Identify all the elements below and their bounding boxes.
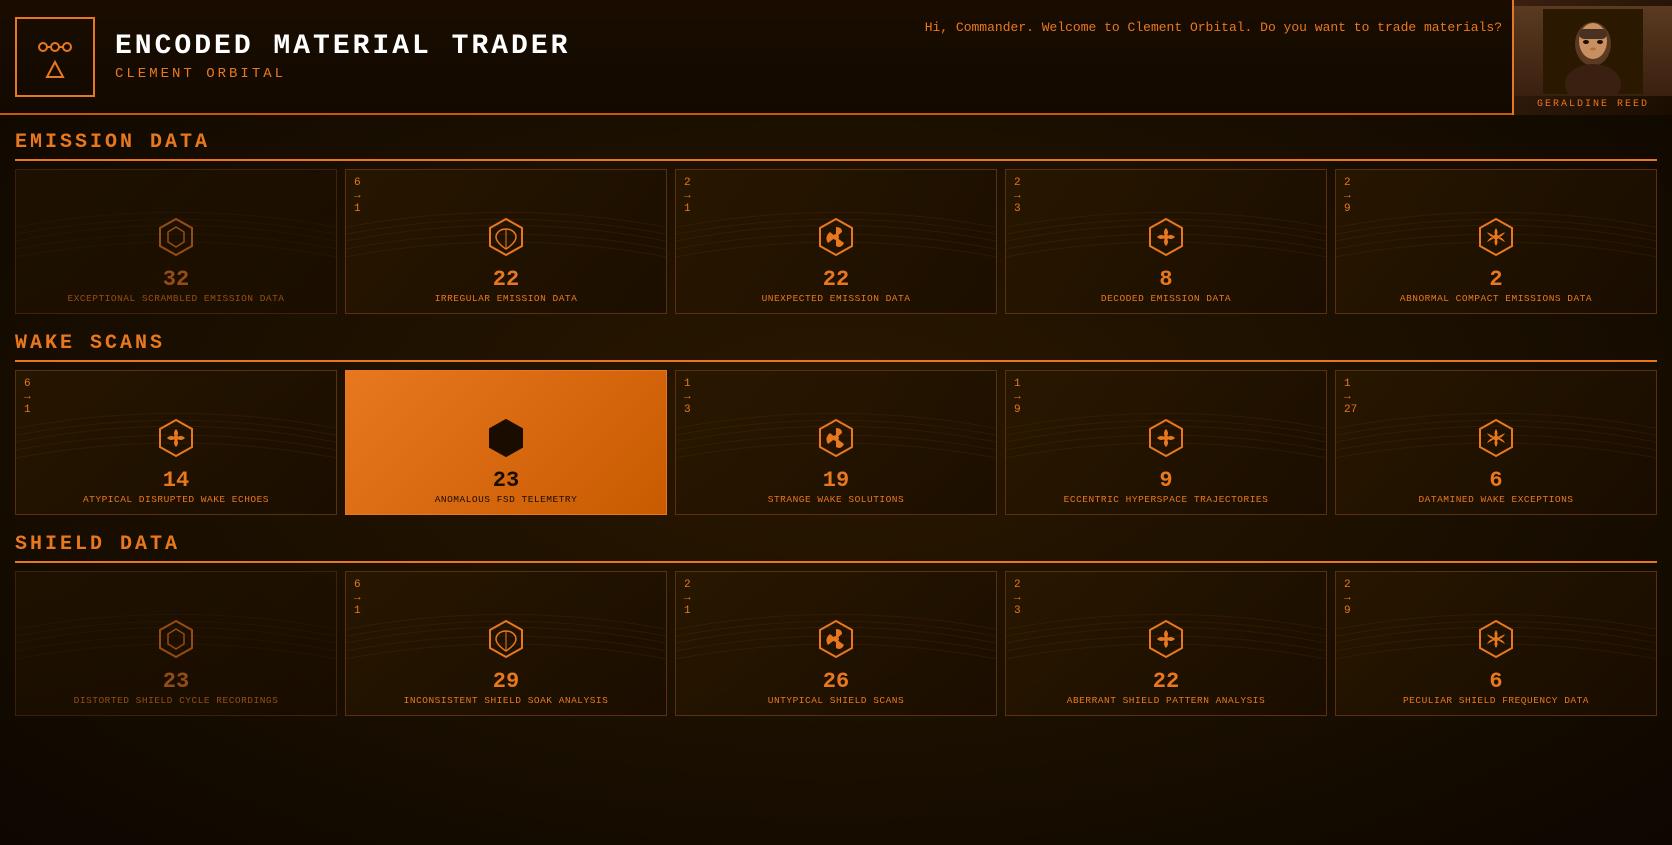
card-inconsistent_shield[interactable]: 6 → 1 29INCONSISTENT SHIELD SOAK ANALYSI… bbox=[345, 571, 667, 716]
card-count-anomalous_fsd: 23 bbox=[493, 469, 519, 493]
card-ratio-decoded_emission: 2 → 3 bbox=[1014, 178, 1021, 215]
card-unexpected_emission[interactable]: 2 → 1 22UNEXPECTED EMISSION DATA bbox=[675, 169, 997, 314]
header-logo bbox=[15, 17, 95, 97]
card-ratio-untypical_shield: 2 → 1 bbox=[684, 580, 691, 617]
card-ratio-unexpected_emission: 2 → 1 bbox=[684, 178, 691, 215]
card-peculiar_shield[interactable]: 2 → 9 6PECULIAR SHIELD FREQUENCY DATA bbox=[1335, 571, 1657, 716]
card-anomalous_fsd[interactable]: 23ANOMALOUS FSD TELEMETRY bbox=[345, 370, 667, 515]
header-title: ENCODED MATERIAL TRADER bbox=[115, 31, 570, 62]
card-exceptional_scrambled[interactable]: 32EXCEPTIONAL SCRAMBLED EMISSION DATA bbox=[15, 169, 337, 314]
avatar-name: GERALDINE REED bbox=[1537, 99, 1649, 110]
card-irregular_emission[interactable]: 6 → 1 22IRREGULAR EMISSION DATA bbox=[345, 169, 667, 314]
card-untypical_shield[interactable]: 2 → 1 26UNTYPICAL SHIELD SCANS bbox=[675, 571, 997, 716]
cards-row-shield_data: 23DISTORTED SHIELD CYCLE RECORDINGS 6 → … bbox=[15, 571, 1657, 716]
section-title-emission_data: EMISSION DATA bbox=[15, 131, 1657, 161]
card-eccentric_hyperspace[interactable]: 1 → 9 9ECCENTRIC HYPERSPACE TRAJECTORIES bbox=[1005, 370, 1327, 515]
logo-icon bbox=[25, 27, 85, 87]
card-datamined_wake[interactable]: 1 → 27 6DATAMINED WAKE EXCEPTIONS bbox=[1335, 370, 1657, 515]
header-avatar: GERALDINE REED bbox=[1512, 0, 1672, 115]
card-ratio-abnormal_compact: 2 → 9 bbox=[1344, 178, 1351, 215]
cards-row-emission_data: 32EXCEPTIONAL SCRAMBLED EMISSION DATA 6 … bbox=[15, 169, 1657, 314]
section-emission_data: EMISSION DATA 32EXCEPTIONAL SCRAMBLED EM… bbox=[0, 123, 1672, 314]
card-ratio-irregular_emission: 6 → 1 bbox=[354, 178, 361, 215]
card-label-anomalous_fsd: ANOMALOUS FSD TELEMETRY bbox=[435, 494, 578, 506]
header-title-block: ENCODED MATERIAL TRADER CLEMENT ORBITAL bbox=[115, 31, 570, 82]
card-ratio-inconsistent_shield: 6 → 1 bbox=[354, 580, 361, 617]
avatar-face bbox=[1514, 6, 1672, 96]
card-ratio-peculiar_shield: 2 → 9 bbox=[1344, 580, 1351, 617]
card-abnormal_compact[interactable]: 2 → 9 2ABNORMAL COMPACT EMISSIONS DATA bbox=[1335, 169, 1657, 314]
card-decoded_emission[interactable]: 2 → 3 8DECODED EMISSION DATA bbox=[1005, 169, 1327, 314]
card-distorted_shield[interactable]: 23DISTORTED SHIELD CYCLE RECORDINGS bbox=[15, 571, 337, 716]
header: ENCODED MATERIAL TRADER CLEMENT ORBITAL … bbox=[0, 0, 1672, 115]
card-atypical_disrupted[interactable]: 6 → 1 14ATYPICAL DISRUPTED WAKE ECHOES bbox=[15, 370, 337, 515]
section-title-wake_scans: WAKE SCANS bbox=[15, 332, 1657, 362]
card-icon-anomalous_fsd bbox=[484, 416, 528, 465]
card-aberrant_shield[interactable]: 2 → 3 22ABERRANT SHIELD PATTERN ANALYSIS bbox=[1005, 571, 1327, 716]
header-subtitle: CLEMENT ORBITAL bbox=[115, 66, 570, 82]
header-greeting: Hi, Commander. Welcome to Clement Orbita… bbox=[925, 20, 1502, 35]
card-ratio-atypical_disrupted: 6 → 1 bbox=[24, 379, 31, 416]
card-strange_wake[interactable]: 1 → 3 19STRANGE WAKE SOLUTIONS bbox=[675, 370, 997, 515]
card-ratio-eccentric_hyperspace: 1 → 9 bbox=[1014, 379, 1021, 416]
card-ratio-datamined_wake: 1 → 27 bbox=[1344, 379, 1357, 416]
section-wake_scans: WAKE SCANS 6 → 1 14ATYPICAL DISRUPTED WA… bbox=[0, 324, 1672, 515]
section-title-shield_data: SHIELD DATA bbox=[15, 533, 1657, 563]
card-ratio-strange_wake: 1 → 3 bbox=[684, 379, 691, 416]
avatar-image bbox=[1543, 9, 1643, 94]
cards-row-wake_scans: 6 → 1 14ATYPICAL DISRUPTED WAKE ECHOES 2… bbox=[15, 370, 1657, 515]
section-shield_data: SHIELD DATA 23DISTORTED SHIELD CYCLE REC… bbox=[0, 525, 1672, 716]
card-ratio-aberrant_shield: 2 → 3 bbox=[1014, 580, 1021, 617]
